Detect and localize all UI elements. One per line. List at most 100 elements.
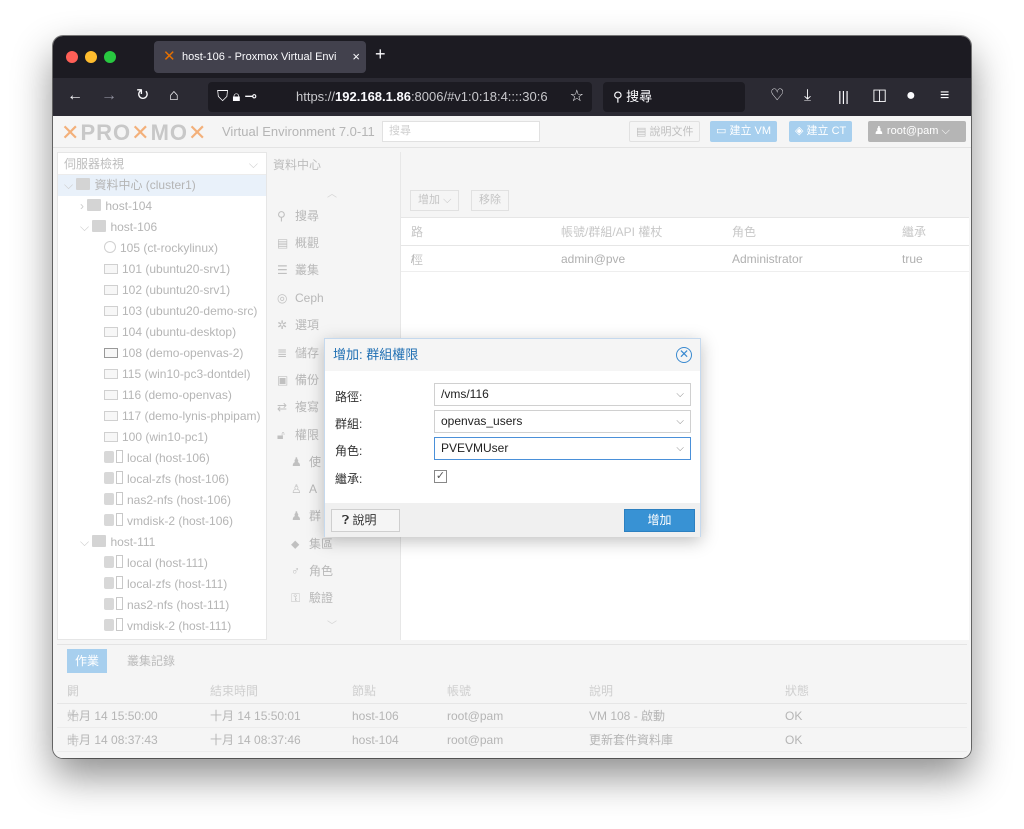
tree-item-vm[interactable]: 103 (ubuntu20-demo-src) (58, 301, 266, 322)
dialog-help-button[interactable]: ❓︎ 說明 (331, 509, 400, 532)
chevron-down-icon: ⌵ (941, 125, 950, 137)
tab-proxmox[interactable]: ✕ host-106 - Proxmox Virtual Envi × (154, 41, 366, 73)
browser-search-input[interactable]: ⚲ 搜尋 (603, 82, 745, 112)
nav-item-groups[interactable]: ♟ 群 (291, 505, 321, 527)
tree-item-vm[interactable]: 102 (ubuntu20-srv1) (58, 280, 266, 301)
tree-item-storage[interactable]: local (host-106) (58, 448, 266, 469)
nav-item-realms[interactable]: ⚿ 驗證 (291, 587, 333, 609)
menu-icon[interactable]: ≡ (940, 86, 949, 106)
column-propagate[interactable]: 繼承 (902, 218, 926, 246)
tree-item-node[interactable]: ⌵ host-111 (58, 532, 266, 553)
zoom-window-button[interactable] (104, 51, 116, 63)
tree-item-vm[interactable]: 101 (ubuntu20-srv1) (58, 259, 266, 280)
chevron-down-icon[interactable]: ⌵ (676, 438, 684, 459)
back-icon[interactable]: ← (67, 86, 83, 106)
docs-button[interactable]: ▤ 說明文件 (629, 121, 701, 142)
reload-icon[interactable]: ↻ (136, 86, 149, 106)
tree-item-vm[interactable]: 108 (demo-openvas-2) (58, 343, 266, 364)
nav-item-backup[interactable]: ▣ 備份 (277, 369, 319, 391)
dialog-add-button[interactable]: 增加 (624, 509, 695, 532)
nav-item-api-tokens[interactable]: ♙ A (291, 478, 317, 500)
tree-item-storage[interactable]: vmdisk-2 (host-111) (58, 616, 266, 637)
storage-icon (104, 493, 114, 505)
sidebar-icon[interactable]: ◫ (872, 86, 887, 106)
nav-item-roles[interactable]: ♂ 角色 (291, 560, 333, 582)
url-bar[interactable]: ⛉ 🔒︎ ⊸ https://192.168.1.86:8006/#v1:0:1… (208, 82, 592, 112)
pocket-icon[interactable]: ♡ (770, 86, 784, 106)
tree-item-vm[interactable]: 115 (win10-pc3-dontdel) (58, 364, 266, 385)
url-text: https://192.168.1.86:8006/#v1:0:18:4::::… (296, 89, 548, 104)
server-icon: ☰ (277, 263, 288, 277)
new-tab-button[interactable]: + (375, 44, 386, 65)
nav-item-replication[interactable]: ⇄ 複寫 (277, 396, 319, 418)
create-ct-button[interactable]: ◈ 建立 CT (789, 121, 853, 142)
tree-item-container[interactable]: 105 (ct-rockylinux) (58, 238, 266, 259)
proxmox-logo: ✕PRO✕MO✕ (61, 120, 208, 145)
chevron-down-icon[interactable]: ⌵ (676, 384, 684, 405)
tree-item-vm[interactable]: 100 (win10-pc1) (58, 427, 266, 448)
column-node[interactable]: 節點 (352, 679, 376, 704)
close-window-button[interactable] (66, 51, 78, 63)
nav-item-storage[interactable]: ≣ 儲存 (277, 342, 319, 364)
vm-icon (104, 327, 118, 337)
tree-item-storage[interactable]: nas2-nfs (host-106) (58, 490, 266, 511)
nav-item-permissions[interactable]: 🔓︎ 權限 (277, 424, 319, 446)
tab-tasks[interactable]: 作業 (67, 649, 108, 673)
column-user[interactable]: 帳號 (447, 679, 471, 704)
tree-item-storage[interactable]: vmdisk-2 (host-106) (58, 511, 266, 532)
create-vm-button[interactable]: ▭ 建立 VM (710, 121, 778, 142)
path-combobox[interactable]: /vms/116 ⌵ (434, 383, 691, 406)
nav-item-cluster[interactable]: ☰ 叢集 (277, 259, 319, 281)
scroll-up-icon[interactable]: ︿ (327, 184, 337, 206)
role-combobox[interactable]: PVEVMUser ⌵ (434, 437, 691, 460)
nav-item-ceph[interactable]: ◎ Ceph (277, 287, 324, 309)
user-menu-button[interactable]: ♟ root@pam ⌵ (868, 121, 966, 142)
shield-icon[interactable]: ⛉ 🔒︎ ⊸ (217, 82, 257, 112)
close-icon[interactable]: ✕ (676, 347, 692, 363)
library-icon[interactable]: ||| (838, 86, 849, 106)
nav-item-search[interactable]: ⚲ 搜尋 (277, 205, 319, 227)
remove-button[interactable]: 移除 (471, 190, 509, 211)
column-user[interactable]: 帳號/群組/API 權杖 (561, 218, 662, 246)
tab-close-icon[interactable]: × (352, 41, 360, 73)
tree-item-storage[interactable]: nas2-nfs (host-111) (58, 595, 266, 616)
column-status[interactable]: 狀態 (785, 679, 809, 704)
column-description[interactable]: 說明 (589, 679, 613, 704)
downloads-icon[interactable]: ⤓ (804, 86, 811, 106)
add-button[interactable]: 增加 ⌵ (410, 190, 460, 211)
unlock-icon: 🔓︎ (277, 428, 285, 442)
scroll-down-icon[interactable]: ﹀ (327, 616, 337, 638)
nav-item-users[interactable]: ♟ 使 (291, 451, 321, 473)
propagate-checkbox[interactable]: ✓ (434, 470, 447, 483)
account-icon[interactable]: ● (906, 86, 916, 106)
table-row[interactable]: 十月 14 08:37:43 十月 14 08:37:46 host-104 r… (57, 728, 967, 752)
tree-item-storage[interactable]: local-zfs (host-111) (58, 574, 266, 595)
propagate-label: 繼承: (335, 472, 363, 486)
tree-item-storage[interactable]: local (host-111) (58, 553, 266, 574)
nav-item-options[interactable]: ✲ 選項 (277, 314, 319, 336)
minimize-window-button[interactable] (85, 51, 97, 63)
pve-search-input[interactable]: 搜尋 (382, 121, 540, 142)
column-path[interactable]: 路徑 ↑ (411, 218, 423, 267)
table-row[interactable]: 十月 14 15:50:00 十月 14 15:50:01 host-106 r… (57, 704, 967, 728)
column-start-time[interactable]: 開始時間 ↓ (67, 679, 79, 748)
tree-item-vm[interactable]: 116 (demo-openvas) (58, 385, 266, 406)
tree-item-datacenter[interactable]: ⌵ 資料中心 (cluster1) (58, 175, 266, 196)
bookmark-star-icon[interactable]: ☆ (570, 82, 584, 112)
nav-item-summary[interactable]: ▤ 概觀 (277, 232, 319, 254)
column-role[interactable]: 角色 (732, 218, 756, 246)
tree-item-vm[interactable]: 104 (ubuntu-desktop) (58, 322, 266, 343)
view-selector[interactable]: 伺服器檢視 ⌵ (58, 153, 266, 175)
grid-header: 路徑 ↑ 帳號/群組/API 權杖 角色 繼承 (401, 218, 969, 267)
chevron-down-icon[interactable]: ⌵ (676, 411, 684, 432)
group-combobox[interactable]: openvas_users ⌵ (434, 410, 691, 433)
tab-cluster-log[interactable]: 叢集記錄 (119, 649, 183, 673)
tree-item-vm[interactable]: 117 (demo-lynis-phpipam) (58, 406, 266, 427)
tree-item-node[interactable]: ⌵ host-106 (58, 217, 266, 238)
table-row[interactable]: / admin@pve Administrator true (401, 246, 969, 272)
forward-icon[interactable]: → (101, 86, 117, 106)
home-icon[interactable]: ⌂ (169, 86, 179, 106)
tree-item-node[interactable]: › host-104 (58, 196, 266, 217)
tree-item-storage[interactable]: local-zfs (host-106) (58, 469, 266, 490)
column-end-time[interactable]: 結束時間 (210, 679, 258, 704)
